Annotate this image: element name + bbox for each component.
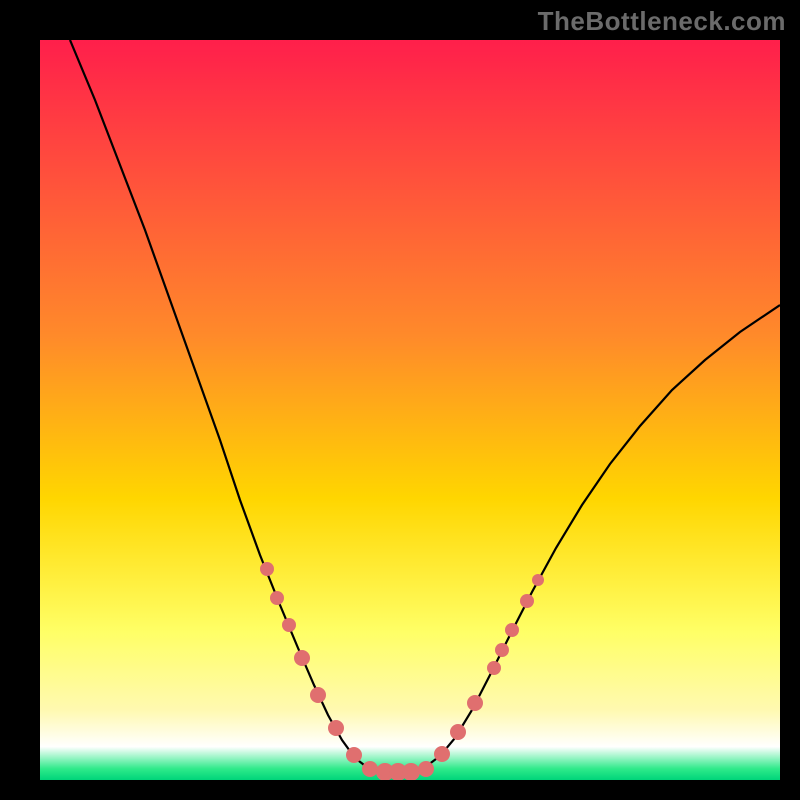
curve-marker [495, 643, 509, 657]
chart-frame: TheBottleneck.com [0, 0, 800, 800]
curve-marker [450, 724, 466, 740]
curve-marker [467, 695, 483, 711]
curve-marker [294, 650, 310, 666]
curve-marker [362, 761, 378, 777]
bottleneck-chart [40, 40, 780, 780]
curve-marker [328, 720, 344, 736]
curve-marker [487, 661, 501, 675]
watermark-text: TheBottleneck.com [538, 6, 786, 37]
gradient-background [40, 40, 780, 780]
curve-marker [520, 594, 534, 608]
curve-marker [260, 562, 274, 576]
curve-marker [505, 623, 519, 637]
curve-marker [270, 591, 284, 605]
curve-marker [434, 746, 450, 762]
curve-marker [282, 618, 296, 632]
curve-marker [532, 574, 544, 586]
curve-marker [346, 747, 362, 763]
curve-marker [418, 761, 434, 777]
plot-area [40, 40, 780, 780]
curve-marker [310, 687, 326, 703]
